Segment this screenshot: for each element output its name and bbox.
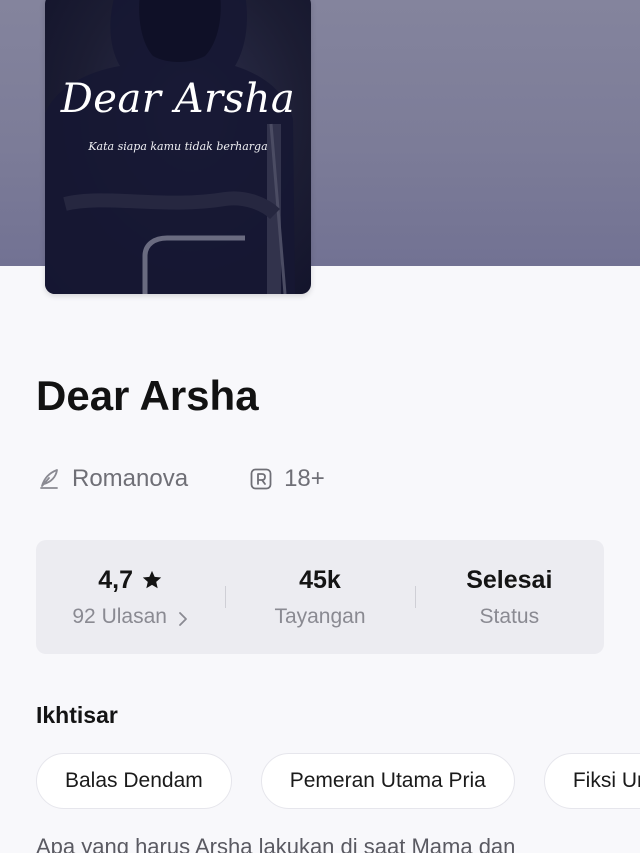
star-icon <box>141 569 163 591</box>
book-title: Dear Arsha <box>36 372 259 419</box>
author-name: Romanova <box>72 465 189 492</box>
rating-value-row: 4,7 <box>36 566 225 595</box>
book-meta: Romanova 18+ <box>36 462 325 496</box>
reviews-link[interactable]: 92 Ulasan <box>36 605 225 629</box>
overview-title: Ikhtisar <box>36 702 118 728</box>
views-label: Tayangan <box>274 604 366 628</box>
tag-chip[interactable]: Pemeran Utama Pria <box>260 753 515 809</box>
r-badge-icon <box>248 466 274 492</box>
stat-views: 45k Tayangan <box>225 540 414 654</box>
stat-status: Selesai Status <box>414 540 604 654</box>
tag-list: Balas Dendam Pemeran Utama Pria Fiksi Ur <box>36 753 640 811</box>
cover-title: Dear Arsha <box>60 76 296 122</box>
rating-value: 4,7 <box>98 565 134 594</box>
views-value: 45k <box>299 565 341 594</box>
book-detail-page: Dear Arsha Kata siapa kamu tidak berharg… <box>0 0 640 853</box>
book-cover[interactable]: Dear Arsha Kata siapa kamu tidak berharg… <box>45 0 311 294</box>
tag-chip[interactable]: Balas Dendam <box>36 753 232 809</box>
status-label: Status <box>479 604 540 628</box>
tag-chip[interactable]: Fiksi Ur <box>543 753 640 809</box>
stat-rating[interactable]: 4,7 92 Ulasan <box>36 540 225 654</box>
cover-subtitle: Kata siapa kamu tidak berharga <box>88 140 268 153</box>
stats-card: 4,7 92 Ulasan 45k Tayangan Selesai Statu… <box>36 540 604 654</box>
quill-icon <box>36 466 62 492</box>
age-rating: 18+ <box>248 465 325 493</box>
synopsis-text[interactable]: Apa yang harus Arsha lakukan di saat Mam… <box>36 834 636 853</box>
age-rating-label: 18+ <box>284 465 325 492</box>
status-value: Selesai <box>466 565 553 594</box>
reviews-count: 92 Ulasan <box>72 604 167 628</box>
chevron-right-icon <box>177 609 189 626</box>
author-link[interactable]: Romanova <box>36 465 188 493</box>
